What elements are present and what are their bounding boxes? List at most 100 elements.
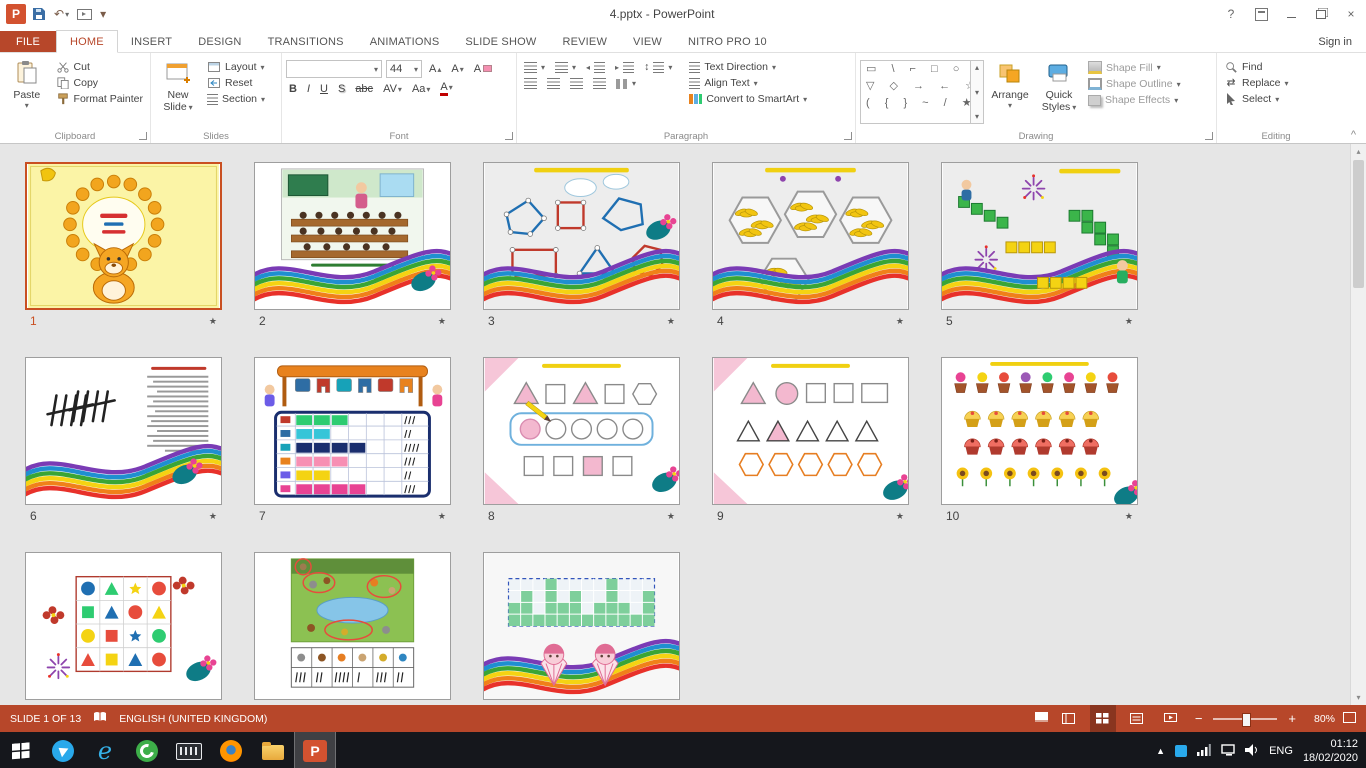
minimize-button[interactable] xyxy=(1276,0,1306,28)
tab-slideshow[interactable]: SLIDE SHOW xyxy=(452,31,549,52)
slide-1-thumbnail[interactable] xyxy=(25,162,222,310)
reset-button[interactable]: Reset xyxy=(204,76,268,90)
collapse-ribbon-button[interactable]: ^ xyxy=(1351,129,1356,141)
animation-indicator-icon[interactable]: ★ xyxy=(667,511,675,522)
start-button[interactable] xyxy=(0,732,42,768)
animation-indicator-icon[interactable]: ★ xyxy=(438,316,446,327)
slide-12-cell[interactable]: 12★ xyxy=(254,552,451,705)
fit-slide-to-window-button[interactable] xyxy=(1343,712,1356,726)
justify-button[interactable] xyxy=(590,77,609,90)
zoom-in-button[interactable]: + xyxy=(1285,711,1299,726)
bullets-button[interactable]: ▾ xyxy=(521,61,548,74)
underline-button[interactable]: U xyxy=(317,82,331,96)
ribbon-display-options-button[interactable] xyxy=(1246,0,1276,28)
shape-outline-button[interactable]: Shape Outline▾ xyxy=(1085,77,1184,91)
slide-5-cell[interactable]: 5★ xyxy=(941,162,1138,329)
slide-6-thumbnail[interactable] xyxy=(25,357,222,505)
tray-app-icon[interactable] xyxy=(1175,745,1187,757)
close-button[interactable]: × xyxy=(1336,0,1366,28)
slide-2-cell[interactable]: 2★ xyxy=(254,162,451,329)
slide-4-thumbnail[interactable] xyxy=(712,162,909,310)
decrease-indent-button[interactable]: ◂ xyxy=(583,61,608,74)
animation-indicator-icon[interactable]: ★ xyxy=(1125,511,1133,522)
slide-13-thumbnail[interactable] xyxy=(483,552,680,700)
undo-button[interactable]: ↶ ▾ xyxy=(52,6,71,22)
tray-expand-icon[interactable]: ▲ xyxy=(1156,746,1165,756)
slide-8-cell[interactable]: 8★ xyxy=(483,357,680,524)
shapes-gallery[interactable]: ▭ \ ⌐ □ ○ △ ▽ ◇ → ← ☆ ⌐ ( { } ~ / ★ ▴ ▾ … xyxy=(860,60,984,124)
grow-font-button[interactable]: A▴ xyxy=(426,62,444,76)
shapes-row-1[interactable]: ▭ \ ⌐ □ ○ △ xyxy=(861,61,983,78)
replace-button[interactable]: ⇄ Replace▾ xyxy=(1221,76,1292,90)
shape-effects-button[interactable]: Shape Effects▾ xyxy=(1085,93,1184,107)
slide-5-thumbnail[interactable] xyxy=(941,162,1138,310)
convert-smartart-button[interactable]: Convert to SmartArt▾ xyxy=(686,92,810,106)
text-shadow-button[interactable]: S xyxy=(335,82,348,96)
change-case-button[interactable]: Aa▾ xyxy=(409,82,433,96)
new-slide-button[interactable]: New Slide▾ xyxy=(155,56,201,129)
taskbar-powerpoint-icon[interactable]: P xyxy=(294,732,336,768)
vertical-scrollbar[interactable]: ▴ ▾ xyxy=(1350,144,1366,705)
format-painter-button[interactable]: Format Painter xyxy=(53,92,146,106)
slide-7-cell[interactable]: 7★ xyxy=(254,357,451,524)
taskbar-clock[interactable]: 01:12 18/02/2020 xyxy=(1303,737,1358,766)
slide-7-thumbnail[interactable] xyxy=(254,357,451,505)
increase-indent-button[interactable]: ▸ xyxy=(612,61,637,74)
clipboard-dialog-launcher[interactable] xyxy=(139,132,147,140)
paragraph-dialog-launcher[interactable] xyxy=(844,132,852,140)
numbering-button[interactable]: ▾ xyxy=(552,61,579,74)
slide-9-cell[interactable]: 9★ xyxy=(712,357,909,524)
arrange-button[interactable]: Arrange ▾ xyxy=(987,56,1033,129)
select-button[interactable]: Select▾ xyxy=(1221,92,1292,106)
taskbar-download-manager-icon[interactable] xyxy=(126,732,168,768)
maximize-button[interactable] xyxy=(1306,0,1336,28)
slide-6-cell[interactable]: 6★ xyxy=(25,357,222,524)
save-button[interactable] xyxy=(30,6,48,22)
line-spacing-button[interactable]: ↕▾ xyxy=(641,60,675,74)
slide-12-thumbnail[interactable] xyxy=(254,552,451,700)
scroll-up-icon[interactable]: ▴ xyxy=(1351,144,1366,159)
tab-transitions[interactable]: TRANSITIONS xyxy=(255,31,357,52)
tab-insert[interactable]: INSERT xyxy=(118,31,185,52)
cut-button[interactable]: Cut xyxy=(53,60,146,74)
tab-nitro-pro[interactable]: NITRO PRO 10 xyxy=(675,31,780,52)
font-name-combo[interactable]: ▾ xyxy=(286,60,382,78)
copy-button[interactable]: Copy xyxy=(53,76,146,90)
sign-in-link[interactable]: Sign in xyxy=(1304,36,1366,52)
slide-13-cell[interactable]: 13★ xyxy=(483,552,680,705)
taskbar-file-explorer-icon[interactable] xyxy=(252,732,294,768)
taskbar-ie-icon[interactable]: e xyxy=(84,732,126,768)
tab-view[interactable]: VIEW xyxy=(620,31,675,52)
shrink-font-button[interactable]: A▾ xyxy=(448,62,466,76)
bold-button[interactable]: B xyxy=(286,82,300,96)
reading-view-button[interactable] xyxy=(1124,705,1150,732)
character-spacing-button[interactable]: AV▾ xyxy=(380,82,405,96)
zoom-slider[interactable] xyxy=(1213,718,1277,720)
tab-review[interactable]: REVIEW xyxy=(549,31,620,52)
slide-3-thumbnail[interactable] xyxy=(483,162,680,310)
text-direction-button[interactable]: Text Direction▾ xyxy=(686,60,810,74)
taskbar-keyboard-icon[interactable] xyxy=(168,732,210,768)
font-size-combo[interactable]: 44▾ xyxy=(386,60,422,78)
taskbar-firefox-icon[interactable] xyxy=(210,732,252,768)
start-slideshow-button[interactable] xyxy=(75,8,94,21)
slide-sorter-area[interactable]: 1★ xyxy=(0,144,1366,705)
slideshow-view-button[interactable] xyxy=(1158,705,1184,732)
tab-animations[interactable]: ANIMATIONS xyxy=(357,31,453,52)
zoom-percentage[interactable]: 80% xyxy=(1307,713,1335,725)
clear-formatting-button[interactable]: A xyxy=(471,62,495,76)
tab-file[interactable]: FILE xyxy=(0,31,56,52)
align-text-button[interactable]: Align Text▾ xyxy=(686,76,810,90)
spell-check-icon[interactable] xyxy=(93,711,107,726)
animation-indicator-icon[interactable]: ★ xyxy=(1125,316,1133,327)
zoom-out-button[interactable]: − xyxy=(1192,711,1206,726)
animation-indicator-icon[interactable]: ★ xyxy=(438,511,446,522)
zoom-slider-thumb[interactable] xyxy=(1242,713,1251,727)
italic-button[interactable]: I xyxy=(304,82,313,96)
taskbar-telegram-icon[interactable] xyxy=(42,732,84,768)
customize-qat-button[interactable]: ▾ xyxy=(98,6,108,22)
paste-button[interactable]: Paste ▾ xyxy=(4,56,50,129)
tray-volume-icon[interactable] xyxy=(1245,744,1259,759)
help-button[interactable]: ? xyxy=(1216,0,1246,28)
tray-display-icon[interactable] xyxy=(1221,744,1235,759)
